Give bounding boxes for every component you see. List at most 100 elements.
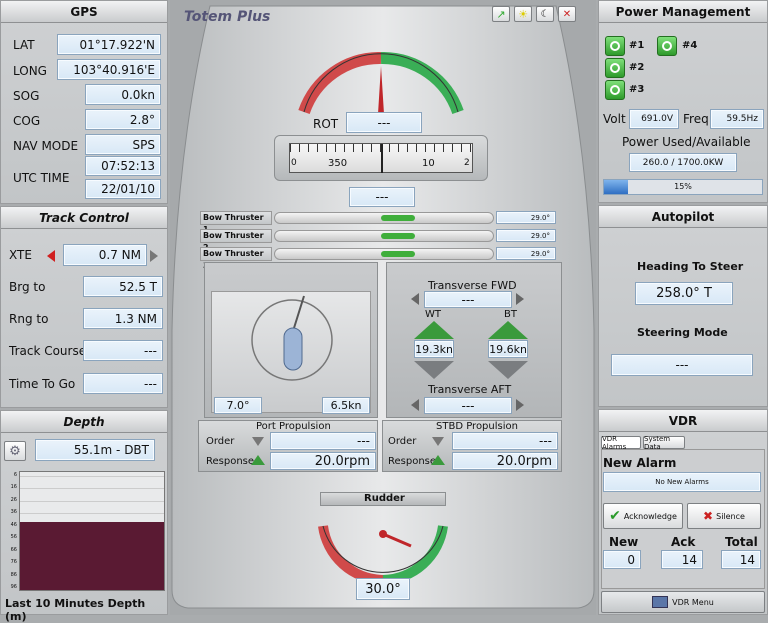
wt-up-arrow-icon[interactable] (414, 321, 454, 339)
depth-tick-label: 56 (10, 534, 17, 541)
bt-speed-field: 19.6kn (488, 340, 528, 358)
vdr-menu-icon (652, 596, 669, 608)
scale-label-10: 10 (422, 158, 435, 169)
generator-1-icon[interactable] (605, 36, 625, 56)
port-order-down-icon[interactable] (252, 437, 264, 446)
silence-button[interactable]: ✖ Silence (687, 503, 761, 529)
depth-grid-line (20, 476, 164, 477)
track-course-label: Track Course (9, 344, 87, 358)
stbd-propulsion-title: STBD Propulsion (436, 421, 518, 432)
vdr-menu-button[interactable]: VDR Menu (601, 591, 765, 613)
port-order-field: --- (270, 432, 376, 450)
scale-edge-left-label: 0 (291, 158, 297, 168)
aft-left-arrow-icon[interactable] (411, 399, 419, 411)
wt-label: WT (425, 309, 441, 320)
wt-speed-field: 19.3kn (414, 340, 454, 358)
port-propulsion-title: Port Propulsion (256, 421, 331, 432)
silence-label: Silence (716, 511, 745, 521)
transverse-aft-label: Transverse AFT (428, 383, 512, 396)
power-used-label: Power Used/Available (622, 135, 751, 149)
generator-2-icon[interactable] (605, 58, 625, 78)
generator-4-icon[interactable] (657, 36, 677, 56)
depth-tick-label: 6 (13, 472, 17, 478)
scale-label-350: 350 (328, 158, 348, 169)
generator-1-label: #1 (629, 40, 645, 51)
port-response-field: 20.0rpm (270, 452, 376, 470)
fwd-right-arrow-icon[interactable] (516, 293, 524, 305)
stbd-response-label: Response (388, 456, 437, 467)
alarm-message-field: No New Alarms (603, 472, 761, 492)
brand-logo: Totem Plus (184, 9, 271, 25)
lat-label: LAT (13, 38, 35, 52)
bow-thruster-label: Bow Thruster 2 (200, 229, 272, 252)
depth-settings-gear-icon[interactable]: ⚙ (4, 441, 26, 461)
generator-3-icon[interactable] (605, 80, 625, 100)
ack-count-field: 14 (661, 550, 703, 569)
bt-up-arrow-icon[interactable] (488, 321, 528, 339)
scale-center-marker (381, 144, 383, 173)
rot-needle (378, 66, 384, 114)
total-count-field: 14 (721, 550, 761, 569)
track-course-field: --- (83, 340, 163, 361)
xte-left-arrow-icon[interactable] (47, 250, 55, 262)
vdr-title: VDR (599, 410, 767, 432)
stbd-response-field: 20.0rpm (452, 452, 558, 470)
window-close-icon[interactable]: ✕ (558, 6, 576, 22)
track-control-title: Track Control (1, 207, 167, 229)
bow-thruster-label: Bow Thruster 3 (200, 247, 272, 270)
depth-tick-label: 66 (10, 546, 17, 553)
stbd-order-label: Order (388, 436, 417, 447)
depth-tick-label: 96 (10, 584, 17, 590)
bow-thruster-indicator (381, 251, 415, 257)
aft-right-arrow-icon[interactable] (516, 399, 524, 411)
volt-field: 691.0V (629, 109, 679, 129)
bow-thruster-bar (274, 230, 494, 242)
freq-field: 59.5Hz (710, 109, 764, 129)
brg-to-label: Brg to (9, 280, 46, 294)
utc-date-field: 22/01/10 (85, 179, 161, 199)
xte-right-arrow-icon[interactable] (150, 250, 158, 262)
center-console: Totem Plus ↗ ☀ ☾ ✕ ROT --- 0 350 10 2 --… (170, 0, 596, 615)
time-to-go-label: Time To Go (9, 377, 76, 391)
autopilot-title: Autopilot (599, 206, 767, 228)
transverse-aft-field: --- (424, 397, 512, 414)
lat-field: 01°17.922'N (57, 34, 161, 55)
acknowledge-button[interactable]: ✔ Acknowledge (603, 503, 683, 529)
new-alarm-label: New Alarm (603, 456, 677, 470)
bt-down-arrow-icon[interactable] (488, 361, 528, 379)
rot-field: --- (346, 112, 422, 133)
tab-system-data[interactable]: System Data (643, 435, 685, 451)
new-count-label: New (609, 535, 639, 549)
rudder-label: Rudder (364, 493, 405, 504)
depth-axis: 6 16 26 36 46 56 66 76 86 96 (3, 471, 18, 591)
fwd-left-arrow-icon[interactable] (411, 293, 419, 305)
mute-icon: ✖ (703, 509, 714, 523)
heading-scale: 0 350 10 2 (289, 143, 473, 173)
bow-thruster-indicator (381, 233, 415, 239)
rudder-needle (382, 532, 412, 548)
port-response-up-icon[interactable] (251, 455, 265, 465)
autopilot-panel: Autopilot Heading To Steer 258.0° T Stee… (598, 205, 768, 407)
brg-to-field: 52.5 T (83, 276, 163, 297)
stbd-response-up-icon[interactable] (431, 455, 445, 465)
power-load-bar: 15% (603, 179, 763, 195)
heading-to-steer-label: Heading To Steer (637, 260, 744, 273)
window-night-mode-moon-icon[interactable]: ☾ (536, 6, 554, 22)
utc-time-field: 07:52:13 (85, 156, 161, 176)
rng-to-field: 1.3 NM (83, 308, 163, 329)
depth-tick-label: 86 (10, 571, 17, 578)
wt-down-arrow-icon[interactable] (414, 361, 454, 379)
generator-3-label: #3 (629, 84, 645, 95)
long-label: LONG (13, 64, 47, 78)
xte-label: XTE (9, 248, 32, 262)
time-to-go-field: --- (83, 373, 163, 394)
gps-panel: GPS LAT 01°17.922'N LONG 103°40.916'E SO… (0, 0, 168, 204)
bow-thruster-value: 29.0° (496, 211, 556, 224)
window-green-button[interactable]: ↗ (492, 6, 510, 22)
generator-2-label: #2 (629, 62, 645, 73)
tab-vdr-alarms[interactable]: VDR Alarms (601, 435, 641, 451)
bow-thruster-value: 29.0° (496, 247, 556, 260)
stbd-order-down-icon[interactable] (432, 437, 444, 446)
window-brightness-sun-icon[interactable]: ☀ (514, 6, 532, 22)
depth-panel: Depth ⚙ 55.1m - DBT 6 16 26 36 46 56 66 76 86 96 … (0, 410, 168, 623)
